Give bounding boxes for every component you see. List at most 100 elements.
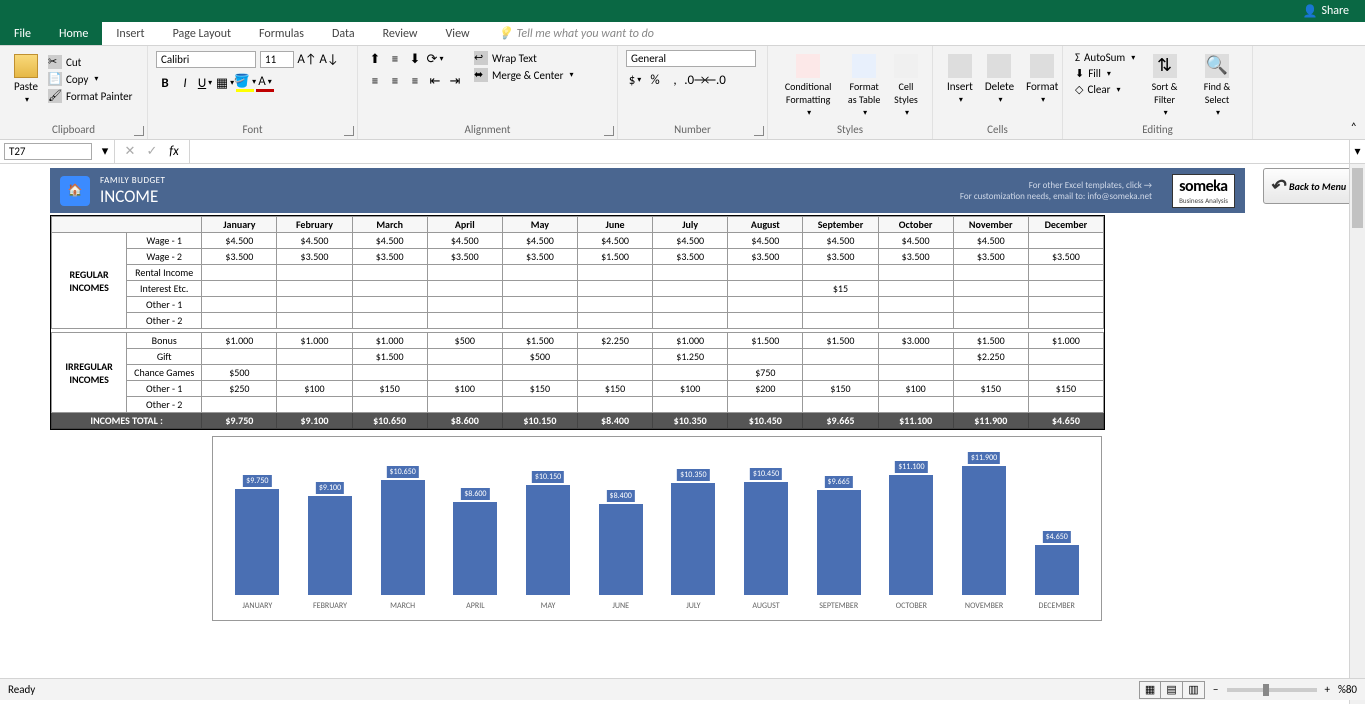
data-cell[interactable]: $2.250	[953, 349, 1028, 365]
data-cell[interactable]: $3.500	[878, 249, 953, 265]
data-cell[interactable]	[653, 281, 728, 297]
name-box[interactable]	[4, 143, 92, 160]
font-dialog-launcher[interactable]	[344, 126, 354, 136]
data-cell[interactable]	[728, 265, 803, 281]
data-cell[interactable]	[1028, 281, 1103, 297]
clipboard-dialog-launcher[interactable]	[134, 126, 144, 136]
data-cell[interactable]	[352, 297, 427, 313]
decrease-indent-icon[interactable]: ⇤	[426, 72, 444, 90]
data-cell[interactable]: $150	[953, 381, 1028, 397]
data-cell[interactable]	[427, 281, 502, 297]
cut-button[interactable]: ✂Cut	[44, 54, 136, 70]
orientation-icon[interactable]: ⟳▾	[426, 50, 444, 68]
data-cell[interactable]	[352, 397, 427, 413]
data-cell[interactable]	[352, 365, 427, 381]
data-cell[interactable]	[878, 313, 953, 329]
data-cell[interactable]	[1028, 233, 1103, 249]
increase-font-icon[interactable]: A↑	[298, 50, 316, 68]
data-cell[interactable]	[502, 281, 577, 297]
data-cell[interactable]	[953, 297, 1028, 313]
data-cell[interactable]	[427, 297, 502, 313]
data-cell[interactable]: $15	[803, 281, 878, 297]
data-cell[interactable]: $1.500	[953, 333, 1028, 349]
data-cell[interactable]	[277, 313, 352, 329]
data-cell[interactable]	[878, 297, 953, 313]
data-cell[interactable]: $4.500	[728, 233, 803, 249]
data-cell[interactable]	[653, 397, 728, 413]
accounting-format-icon[interactable]: $▾	[626, 71, 644, 89]
data-cell[interactable]	[653, 313, 728, 329]
data-cell[interactable]	[803, 297, 878, 313]
view-page-layout-button[interactable]: ▤	[1161, 681, 1183, 699]
collapse-ribbon-icon[interactable]: ˄	[1351, 121, 1357, 135]
tab-data[interactable]: Data	[318, 22, 369, 45]
data-cell[interactable]: $750	[728, 365, 803, 381]
data-cell[interactable]: $3.500	[352, 249, 427, 265]
enter-formula-icon[interactable]: ✓	[143, 143, 161, 161]
align-top-icon[interactable]: ⬆	[366, 50, 384, 68]
back-to-menu-button[interactable]: ↶ Back to Menu	[1263, 168, 1353, 204]
border-button[interactable]: ▦▾	[216, 74, 234, 92]
autosum-button[interactable]: Σ AutoSum▾	[1071, 50, 1139, 65]
data-cell[interactable]: $150	[803, 381, 878, 397]
data-cell[interactable]	[1028, 313, 1103, 329]
data-cell[interactable]	[202, 297, 277, 313]
copy-button[interactable]: 📄Copy▾	[44, 71, 136, 87]
data-cell[interactable]	[577, 281, 652, 297]
increase-indent-icon[interactable]: ⇥	[446, 72, 464, 90]
data-cell[interactable]: $4.500	[653, 233, 728, 249]
data-cell[interactable]	[653, 297, 728, 313]
font-name-input[interactable]	[156, 51, 256, 68]
data-cell[interactable]: $3.500	[202, 249, 277, 265]
data-cell[interactable]	[1028, 297, 1103, 313]
data-cell[interactable]: $4.500	[352, 233, 427, 249]
data-cell[interactable]: $1.250	[653, 349, 728, 365]
italic-button[interactable]: I	[176, 74, 194, 92]
conditional-formatting-button[interactable]: Conditional Formatting▾	[776, 50, 840, 122]
data-cell[interactable]: $100	[277, 381, 352, 397]
someka-logo[interactable]: someka Business Analysis	[1172, 174, 1235, 208]
fx-icon[interactable]: fx	[165, 143, 183, 161]
data-cell[interactable]	[502, 265, 577, 281]
data-cell[interactable]	[1028, 365, 1103, 381]
align-left-icon[interactable]: ≡	[366, 72, 384, 90]
data-cell[interactable]	[277, 349, 352, 365]
data-cell[interactable]	[577, 313, 652, 329]
data-cell[interactable]: $150	[352, 381, 427, 397]
data-cell[interactable]: $200	[728, 381, 803, 397]
data-cell[interactable]	[803, 397, 878, 413]
data-cell[interactable]	[502, 397, 577, 413]
data-cell[interactable]: $4.500	[878, 233, 953, 249]
merge-center-button[interactable]: ⬌Merge & Center▾	[470, 67, 578, 83]
cancel-formula-icon[interactable]: ✕	[121, 143, 139, 161]
data-cell[interactable]	[502, 313, 577, 329]
data-cell[interactable]	[953, 313, 1028, 329]
data-cell[interactable]	[427, 365, 502, 381]
data-cell[interactable]	[202, 265, 277, 281]
data-cell[interactable]	[352, 281, 427, 297]
view-page-break-button[interactable]: ▥	[1183, 681, 1205, 699]
data-cell[interactable]: $3.500	[653, 249, 728, 265]
data-cell[interactable]	[277, 297, 352, 313]
data-cell[interactable]	[728, 297, 803, 313]
data-cell[interactable]: $150	[577, 381, 652, 397]
bold-button[interactable]: B	[156, 74, 174, 92]
tell-me[interactable]: 💡Tell me what you want to do	[484, 22, 668, 45]
data-cell[interactable]	[277, 365, 352, 381]
scroll-thumb[interactable]	[1352, 168, 1363, 228]
tab-review[interactable]: Review	[369, 22, 432, 45]
data-cell[interactable]	[577, 349, 652, 365]
data-cell[interactable]	[577, 297, 652, 313]
fill-color-button[interactable]: 🪣▾	[236, 74, 254, 92]
format-as-table-button[interactable]: Format as Table▾	[840, 50, 888, 122]
tab-view[interactable]: View	[432, 22, 484, 45]
data-cell[interactable]: $1.500	[352, 349, 427, 365]
tab-formulas[interactable]: Formulas	[245, 22, 318, 45]
data-cell[interactable]	[1028, 265, 1103, 281]
percent-format-icon[interactable]: %	[646, 71, 664, 89]
find-select-button[interactable]: 🔍Find & Select▾	[1190, 50, 1244, 122]
number-format-select[interactable]	[626, 50, 756, 67]
data-cell[interactable]	[577, 397, 652, 413]
data-cell[interactable]	[653, 365, 728, 381]
data-cell[interactable]: $1.000	[653, 333, 728, 349]
